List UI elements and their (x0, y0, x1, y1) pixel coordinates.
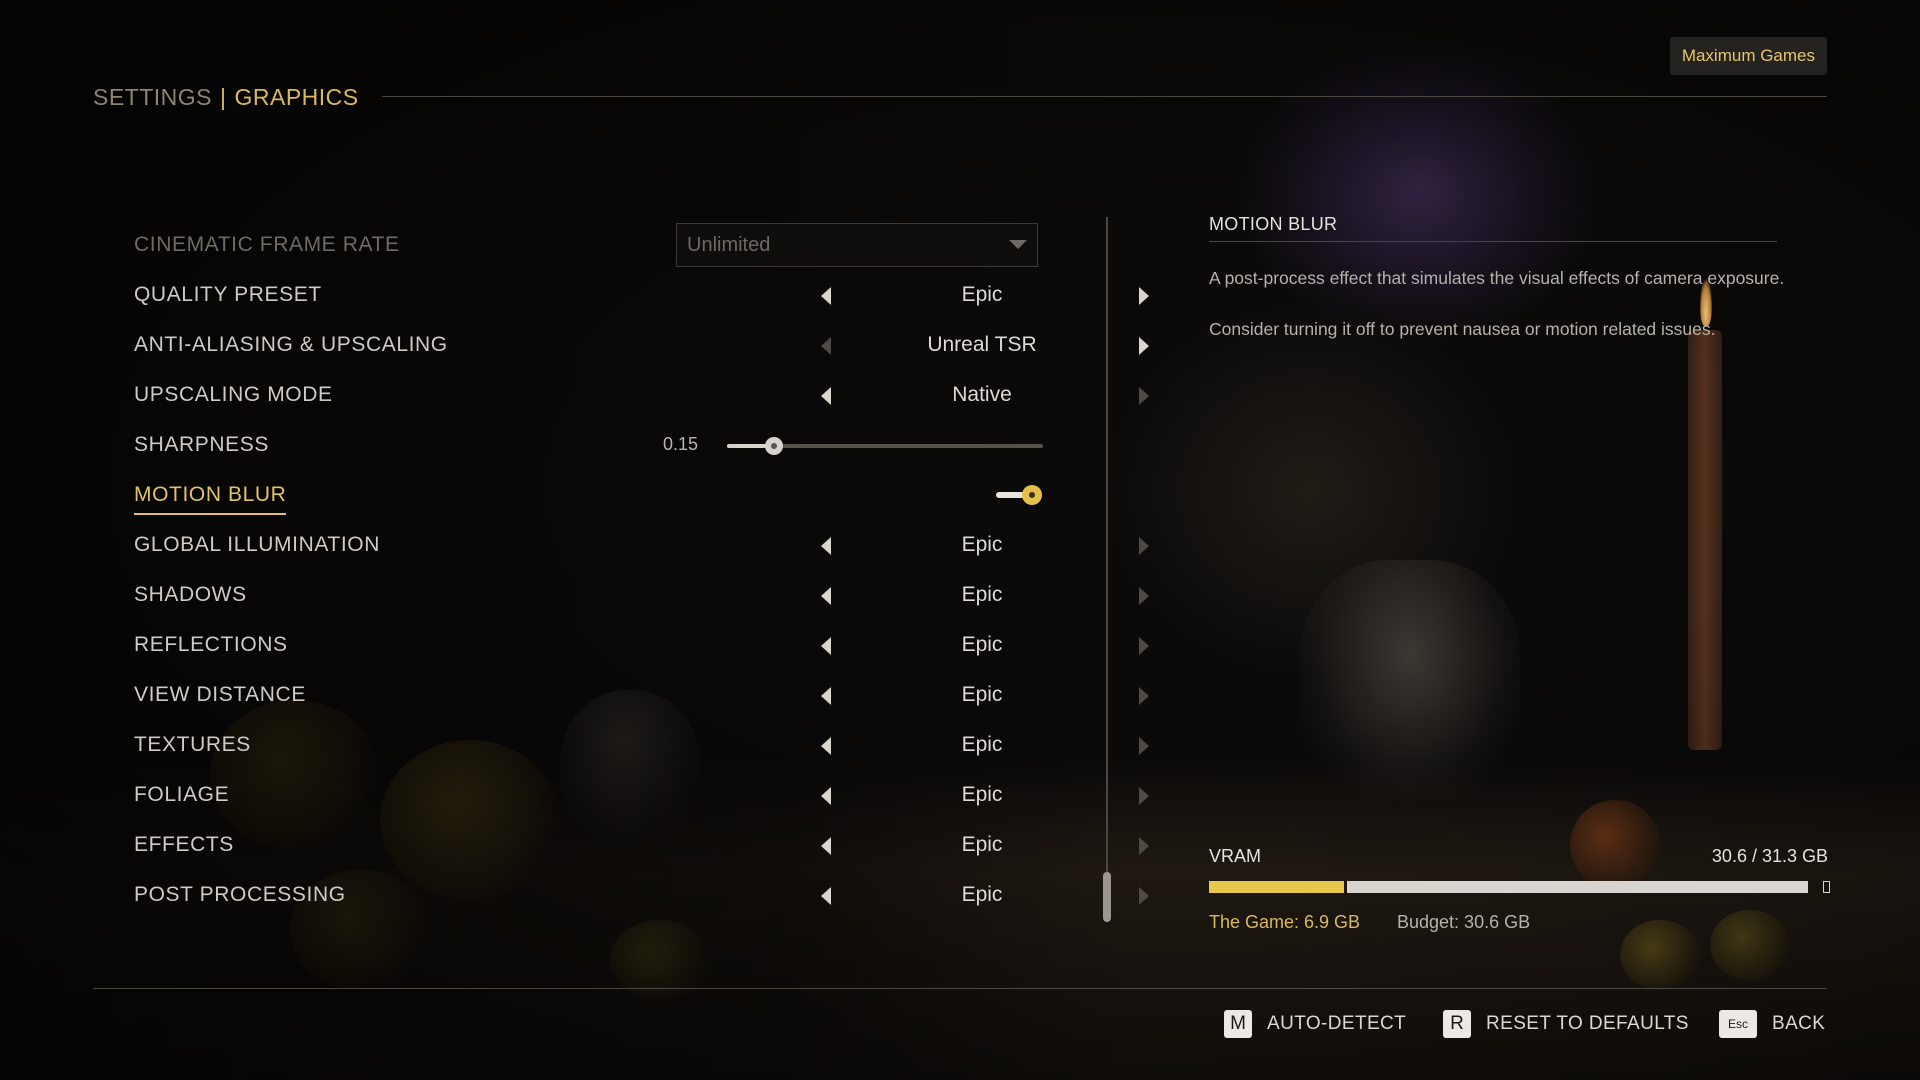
selector-value: Epic (961, 583, 1003, 606)
vram-label: VRAM (1209, 846, 1262, 866)
info-paragraph: Consider turning it off to prevent nause… (1209, 319, 1716, 339)
info-description: A post-process effect that simulates the… (1209, 265, 1789, 367)
arrow-right-icon[interactable] (1139, 337, 1149, 355)
selector-value: Native (952, 383, 1012, 406)
setting-label: POST PROCESSING (134, 883, 346, 906)
arrow-right-icon[interactable] (1139, 787, 1149, 805)
setting-row-motion-blur[interactable]: MOTION BLUR (134, 473, 1044, 517)
setting-label: EFFECTS (134, 833, 234, 856)
arrow-right-icon[interactable] (1139, 887, 1149, 905)
arrow-right-icon[interactable] (1139, 737, 1149, 755)
view-distance-selector[interactable]: Epic (687, 673, 1149, 717)
setting-label: VIEW DISTANCE (134, 683, 306, 706)
setting-row-post-processing[interactable]: POST PROCESSING Epic (134, 873, 1149, 917)
arrow-right-icon[interactable] (1139, 537, 1149, 555)
arrow-right-icon[interactable] (1139, 687, 1149, 705)
vram-budget-segment (1347, 881, 1808, 893)
breadcrumb-settings[interactable]: SETTINGS (93, 84, 212, 110)
selector-value: Epic (961, 633, 1003, 656)
back-label: BACK (1772, 1013, 1826, 1034)
setting-label: SHARPNESS (134, 433, 269, 456)
anti-aliasing-selector[interactable]: Unreal TSR (687, 323, 1149, 367)
info-title: MOTION BLUR (1209, 214, 1338, 234)
sharpness-slider[interactable] (727, 437, 1043, 455)
toggle-knob[interactable] (1022, 485, 1042, 505)
setting-row-quality-preset[interactable]: QUALITY PRESET Epic (134, 273, 1149, 317)
setting-label: TEXTURES (134, 733, 251, 756)
arrow-right-icon[interactable] (1139, 637, 1149, 655)
setting-label: CINEMATIC FRAME RATE (134, 233, 400, 256)
effects-selector[interactable]: Epic (687, 823, 1149, 867)
vram-usage-bar (1209, 881, 1830, 893)
global-illumination-selector[interactable]: Epic (687, 523, 1149, 567)
selector-value: Epic (961, 833, 1003, 856)
shadows-selector[interactable]: Epic (687, 573, 1149, 617)
foliage-selector[interactable]: Epic (687, 773, 1149, 817)
info-paragraph: A post-process effect that simulates the… (1209, 268, 1785, 288)
setting-label: REFLECTIONS (134, 633, 288, 656)
setting-row-textures[interactable]: TEXTURES Epic (134, 723, 1149, 767)
key-esc-icon: Esc (1719, 1010, 1757, 1038)
selector-value: Epic (961, 533, 1003, 556)
setting-label: ANTI-ALIASING & UPSCALING (134, 333, 448, 356)
header-divider (382, 96, 1827, 97)
vram-total-marker (1823, 881, 1830, 893)
quality-preset-selector[interactable]: Epic (687, 273, 1149, 317)
setting-row-view-distance[interactable]: VIEW DISTANCE Epic (134, 673, 1149, 717)
arrow-right-icon[interactable] (1139, 387, 1149, 405)
footer-divider (93, 988, 1827, 989)
sharpness-slider-handle[interactable] (765, 437, 783, 455)
breadcrumb: SETTINGS | GRAPHICS (93, 84, 359, 111)
setting-label: GLOBAL ILLUMINATION (134, 533, 380, 556)
key-r-icon: R (1443, 1010, 1471, 1038)
cinematic-frame-rate-dropdown: Unlimited (676, 223, 1038, 267)
vram-game-segment (1209, 881, 1344, 893)
auto-detect-label: AUTO-DETECT (1267, 1013, 1407, 1034)
selector-value: Epic (961, 683, 1003, 706)
reset-to-defaults-button[interactable]: R RESET TO DEFAULTS (1443, 1009, 1689, 1039)
auto-detect-button[interactable]: M AUTO-DETECT (1224, 1009, 1406, 1039)
arrow-right-icon[interactable] (1139, 587, 1149, 605)
vram-game-label: The Game: 6.9 GB (1209, 912, 1361, 932)
selector-value: Epic (961, 783, 1003, 806)
setting-label: QUALITY PRESET (134, 283, 322, 306)
selector-value: Epic (961, 283, 1003, 306)
setting-label: FOLIAGE (134, 783, 230, 806)
upscaling-mode-selector[interactable]: Native (687, 373, 1149, 417)
dropdown-value: Unlimited (687, 234, 771, 256)
setting-row-effects[interactable]: EFFECTS Epic (134, 823, 1149, 867)
setting-row-shadows[interactable]: SHADOWS Epic (134, 573, 1149, 617)
sharpness-value: 0.15 (663, 434, 699, 454)
arrow-right-icon[interactable] (1139, 287, 1149, 305)
setting-row-upscaling-mode[interactable]: UPSCALING MODE Native (134, 373, 1149, 417)
key-m-icon: M (1224, 1010, 1252, 1038)
textures-selector[interactable]: Epic (687, 723, 1149, 767)
vram-value: 30.6 / 31.3 GB (1711, 846, 1828, 866)
settings-scrollbar-thumb[interactable] (1103, 872, 1111, 922)
setting-row-anti-aliasing[interactable]: ANTI-ALIASING & UPSCALING Unreal TSR (134, 323, 1149, 367)
setting-label: SHADOWS (134, 583, 247, 606)
reflections-selector[interactable]: Epic (687, 623, 1149, 667)
setting-row-foliage[interactable]: FOLIAGE Epic (134, 773, 1149, 817)
selector-value: Unreal TSR (927, 333, 1037, 356)
setting-row-reflections[interactable]: REFLECTIONS Epic (134, 623, 1149, 667)
back-button[interactable]: Esc BACK (1719, 1009, 1825, 1039)
chevron-down-icon (1009, 240, 1027, 249)
post-processing-selector[interactable]: Epic (687, 873, 1149, 917)
settings-scrollbar[interactable] (1106, 217, 1108, 922)
breadcrumb-separator: | (220, 84, 227, 110)
motion-blur-toggle[interactable] (996, 485, 1042, 505)
vram-budget-label: Budget: 30.6 GB (1397, 912, 1531, 932)
setting-label: UPSCALING MODE (134, 383, 333, 406)
arrow-right-icon[interactable] (1139, 837, 1149, 855)
info-divider (1209, 241, 1777, 242)
publisher-badge: Maximum Games (1669, 37, 1827, 75)
selector-value: Epic (961, 733, 1003, 756)
breadcrumb-graphics: GRAPHICS (234, 84, 359, 110)
reset-to-defaults-label: RESET TO DEFAULTS (1486, 1013, 1689, 1034)
setting-label: MOTION BLUR (134, 483, 287, 515)
setting-row-global-illumination[interactable]: GLOBAL ILLUMINATION Epic (134, 523, 1149, 567)
